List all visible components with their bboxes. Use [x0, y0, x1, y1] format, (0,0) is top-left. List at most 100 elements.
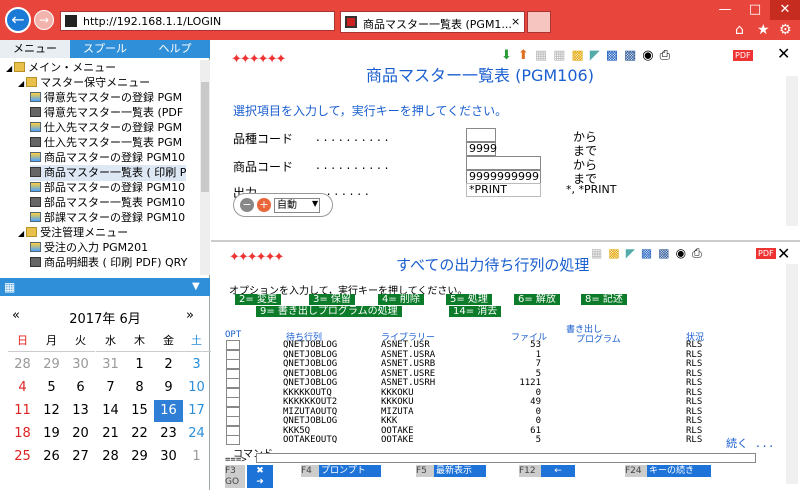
- f12-back-icon[interactable]: ←: [541, 465, 575, 477]
- tree-item[interactable]: 部品マスターの登録 PGM10: [30, 180, 185, 196]
- f24-more-keys-button[interactable]: キーの続き: [647, 465, 711, 477]
- tree-scroll-thumb[interactable]: [201, 82, 209, 192]
- download-icon[interactable]: ⬇: [501, 48, 512, 63]
- tree-item[interactable]: 受注の入力 PGM201: [30, 240, 148, 256]
- excel-icon[interactable]: ▦: [591, 246, 602, 261]
- tree-item[interactable]: ◢ 受注管理メニュー: [18, 225, 128, 241]
- calendar-day[interactable]: 12: [37, 400, 66, 422]
- pane2-scrollbar[interactable]: [786, 264, 798, 484]
- calendar-day[interactable]: 21: [96, 423, 125, 445]
- settings-gear-icon[interactable]: ⚙: [779, 22, 792, 38]
- word-icon[interactable]: ▩: [624, 48, 636, 63]
- excel-icon[interactable]: ▦: [535, 48, 547, 63]
- calendar-day[interactable]: 24: [182, 423, 211, 445]
- tree-item[interactable]: 得意先マスター一覧表 (PDF: [30, 105, 183, 121]
- opt-input[interactable]: [226, 349, 240, 360]
- opt-input[interactable]: [226, 416, 240, 426]
- option-8-describe[interactable]: 8= 記述: [581, 294, 627, 305]
- print-icon[interactable]: ⎙: [660, 48, 670, 63]
- option-3-hold[interactable]: 3= 保留: [309, 294, 355, 305]
- chevron-down-icon[interactable]: ▼: [192, 281, 200, 292]
- zoom-in-button[interactable]: +: [257, 198, 271, 212]
- calendar-day[interactable]: 13: [66, 400, 95, 422]
- maximize-icon[interactable]: □: [740, 0, 770, 20]
- option-9-writer[interactable]: 9= 書き出しプログラムの処理: [256, 306, 402, 317]
- f5-refresh-button[interactable]: 最新表示: [434, 465, 486, 477]
- opt-input[interactable]: [226, 359, 240, 369]
- palette-icon[interactable]: ▩: [571, 48, 583, 63]
- calendar-day[interactable]: 6: [66, 377, 95, 399]
- tree-item[interactable]: ◢ メイン・メニュー: [6, 60, 116, 76]
- calendar-day[interactable]: 30: [154, 446, 183, 468]
- option-5-work[interactable]: 5= 処理: [446, 294, 492, 305]
- tree-item[interactable]: 部課マスターの登録 PGM10: [30, 210, 185, 226]
- calendar-day[interactable]: 5: [37, 377, 66, 399]
- tree-item[interactable]: 商品マスター一覧表 ( 印刷 P: [30, 165, 187, 181]
- favorites-star-icon[interactable]: ★: [757, 22, 770, 38]
- home-icon[interactable]: ⌂: [735, 22, 744, 38]
- calendar-day[interactable]: 3: [182, 354, 211, 376]
- calendar-day[interactable]: 29: [125, 446, 154, 468]
- calendar-day[interactable]: 26: [37, 446, 66, 468]
- camera-icon[interactable]: ◉: [642, 48, 653, 63]
- calendar-day[interactable]: 23: [154, 423, 183, 445]
- opt-input[interactable]: [226, 378, 240, 388]
- calendar-day[interactable]: 10: [182, 377, 211, 399]
- outlook-icon[interactable]: ▩: [641, 246, 652, 261]
- calendar-day[interactable]: 27: [66, 446, 95, 468]
- opt-input[interactable]: [226, 397, 240, 407]
- calendar-day[interactable]: 18: [8, 423, 37, 445]
- opt-input[interactable]: [226, 368, 240, 379]
- calendar-day[interactable]: 22: [125, 423, 154, 445]
- go-key[interactable]: GO: [225, 476, 245, 488]
- calendar-day[interactable]: 31: [96, 354, 125, 376]
- tab-close-icon[interactable]: ×: [511, 15, 520, 28]
- camera-icon[interactable]: ◉: [676, 246, 686, 261]
- eraser-icon[interactable]: ◤: [590, 48, 600, 63]
- calendar-day[interactable]: 25: [8, 446, 37, 468]
- opt-input[interactable]: [226, 340, 240, 350]
- expand-arrow-icon[interactable]: ◢: [6, 64, 12, 73]
- address-bar[interactable]: http://192.168.1.1/LOGIN: [60, 11, 335, 31]
- calendar-day[interactable]: 7: [96, 377, 125, 399]
- pane1-scrollbar[interactable]: [786, 76, 798, 226]
- option-2-change[interactable]: 2= 変更: [235, 294, 281, 305]
- calendar-day[interactable]: 14: [96, 400, 125, 422]
- tree-item[interactable]: 商品マスターの登録 PGM10: [30, 150, 185, 166]
- f5-key[interactable]: F5: [416, 465, 434, 477]
- shohin-from-input[interactable]: [466, 156, 541, 170]
- tree-item[interactable]: 部品マスター一覧表 PGM10: [30, 195, 185, 211]
- print-icon[interactable]: ⎙: [692, 246, 702, 261]
- f4-key[interactable]: F4: [301, 465, 319, 477]
- calendar-day[interactable]: 9: [154, 377, 183, 399]
- browser-tab[interactable]: 商品マスター一覧表 (PGM1... ×: [340, 11, 525, 33]
- hinshu-to-input[interactable]: 9999: [466, 142, 497, 156]
- pane1-close-icon[interactable]: ✕: [777, 44, 790, 63]
- f24-key[interactable]: F24: [625, 465, 647, 477]
- opt-input[interactable]: [226, 425, 240, 436]
- outlook-icon[interactable]: ▩: [606, 48, 618, 63]
- go-arrow-icon[interactable]: ➜: [247, 476, 273, 488]
- window-close-icon[interactable]: ✕: [770, 0, 800, 20]
- tree-item[interactable]: 仕入先マスター一覧表 PGM: [30, 135, 182, 151]
- calendar-day[interactable]: 1: [125, 354, 154, 376]
- option-14-clear[interactable]: 14= 消去: [449, 306, 502, 317]
- tab-spool[interactable]: スプール: [70, 40, 140, 58]
- calendar-day[interactable]: 2: [154, 354, 183, 376]
- calendar-day[interactable]: 28: [8, 354, 37, 376]
- calendar-day[interactable]: 1: [182, 446, 211, 468]
- calendar-day[interactable]: 8: [125, 377, 154, 399]
- shohin-to-input[interactable]: 9999999999: [466, 170, 541, 184]
- palette-icon[interactable]: ▩: [608, 246, 619, 261]
- command-input[interactable]: [256, 453, 756, 463]
- option-6-release[interactable]: 6= 解放: [514, 294, 560, 305]
- tree-item[interactable]: 仕入先マスターの登録 PGM: [30, 120, 182, 136]
- back-button[interactable]: ←: [5, 7, 31, 33]
- calendar-day[interactable]: 19: [37, 423, 66, 445]
- zoom-out-button[interactable]: −: [240, 198, 254, 212]
- tree-scrollbar[interactable]: [200, 60, 210, 275]
- calendar-day[interactable]: 11: [8, 400, 37, 422]
- calendar-day-selected[interactable]: 16: [154, 400, 183, 422]
- f4-prompt-button[interactable]: プロンプト: [319, 465, 381, 477]
- output-input[interactable]: *PRINT: [466, 183, 541, 197]
